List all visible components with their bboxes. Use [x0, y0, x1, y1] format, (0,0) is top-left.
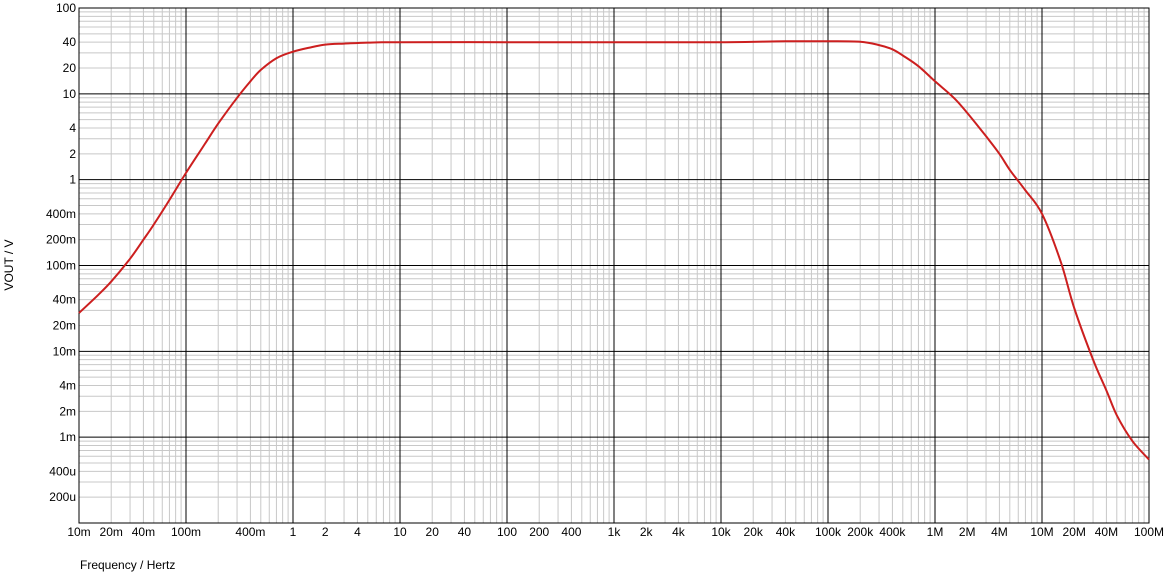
- x-tick-label: 40k: [776, 525, 796, 539]
- x-tick-label: 400m: [235, 525, 265, 539]
- y-tick-label: 10m: [53, 344, 76, 358]
- y-tick-label: 200m: [46, 233, 76, 247]
- x-tick-label: 20: [426, 525, 440, 539]
- x-tick-label: 10m: [67, 525, 90, 539]
- x-tick-label: 10M: [1030, 525, 1053, 539]
- x-tick-label: 4: [354, 525, 361, 539]
- x-tick-label: 400k: [879, 525, 906, 539]
- x-tick-label: 20m: [100, 525, 123, 539]
- y-tick-label: 2: [69, 147, 76, 161]
- x-tick-label: 100M: [1134, 525, 1164, 539]
- x-tick-label: 10k: [711, 525, 731, 539]
- y-tick-label: 20m: [53, 318, 76, 332]
- y-tick-labels: 100 40 20 10 4 2 1 400m 200m 100m 40m 20m 10m 4m 2m 1m 4…: [46, 1, 76, 504]
- y-tick-label: 100: [56, 1, 76, 15]
- x-tick-label: 1k: [608, 525, 622, 539]
- y-tick-label: 1m: [59, 430, 76, 444]
- x-tick-label: 200k: [847, 525, 874, 539]
- y-tick-label: 100m: [46, 259, 76, 273]
- y-tick-label: 4: [69, 121, 76, 135]
- x-tick-label: 400: [561, 525, 581, 539]
- x-tick-label: 100k: [815, 525, 842, 539]
- y-tick-label: 400u: [49, 464, 76, 478]
- y-tick-label: 2m: [59, 404, 76, 418]
- x-axis-title: Frequency / Hertz: [80, 558, 175, 572]
- x-tick-label: 2M: [959, 525, 976, 539]
- x-tick-label: 40: [458, 525, 472, 539]
- x-tick-label: 100: [497, 525, 517, 539]
- y-tick-label: 200u: [49, 490, 76, 504]
- y-tick-label: 40m: [53, 293, 76, 307]
- y-axis-title: VOUT / V: [2, 239, 16, 290]
- x-tick-label: 200: [529, 525, 549, 539]
- x-tick-label: 4M: [991, 525, 1008, 539]
- x-tick-labels: 10m 20m 40m 100m 400m 1 2 4 10 20 40 100 200 400 1k 2k 4…: [67, 525, 1164, 539]
- y-tick-label: 400m: [46, 207, 76, 221]
- x-tick-label: 10: [393, 525, 407, 539]
- y-tick-label: 1: [69, 173, 76, 187]
- x-tick-label: 2: [322, 525, 329, 539]
- x-tick-label: 20M: [1063, 525, 1086, 539]
- frequency-response-chart: 100 40 20 10 4 2 1 400m 200m 100m 40m 20m 10m 4m 2m 1m 4…: [2, 1, 1164, 572]
- y-tick-label: 40: [63, 35, 77, 49]
- x-tick-label: 2k: [640, 525, 654, 539]
- y-tick-label: 10: [63, 87, 77, 101]
- x-tick-label: 1M: [927, 525, 944, 539]
- y-tick-label: 4m: [59, 378, 76, 392]
- x-tick-label: 20k: [744, 525, 764, 539]
- y-tick-label: 20: [63, 61, 77, 75]
- x-tick-label: 1: [290, 525, 297, 539]
- x-tick-label: 100m: [171, 525, 201, 539]
- x-tick-label: 40M: [1095, 525, 1118, 539]
- x-tick-label: 4k: [672, 525, 686, 539]
- x-tick-label: 40m: [132, 525, 155, 539]
